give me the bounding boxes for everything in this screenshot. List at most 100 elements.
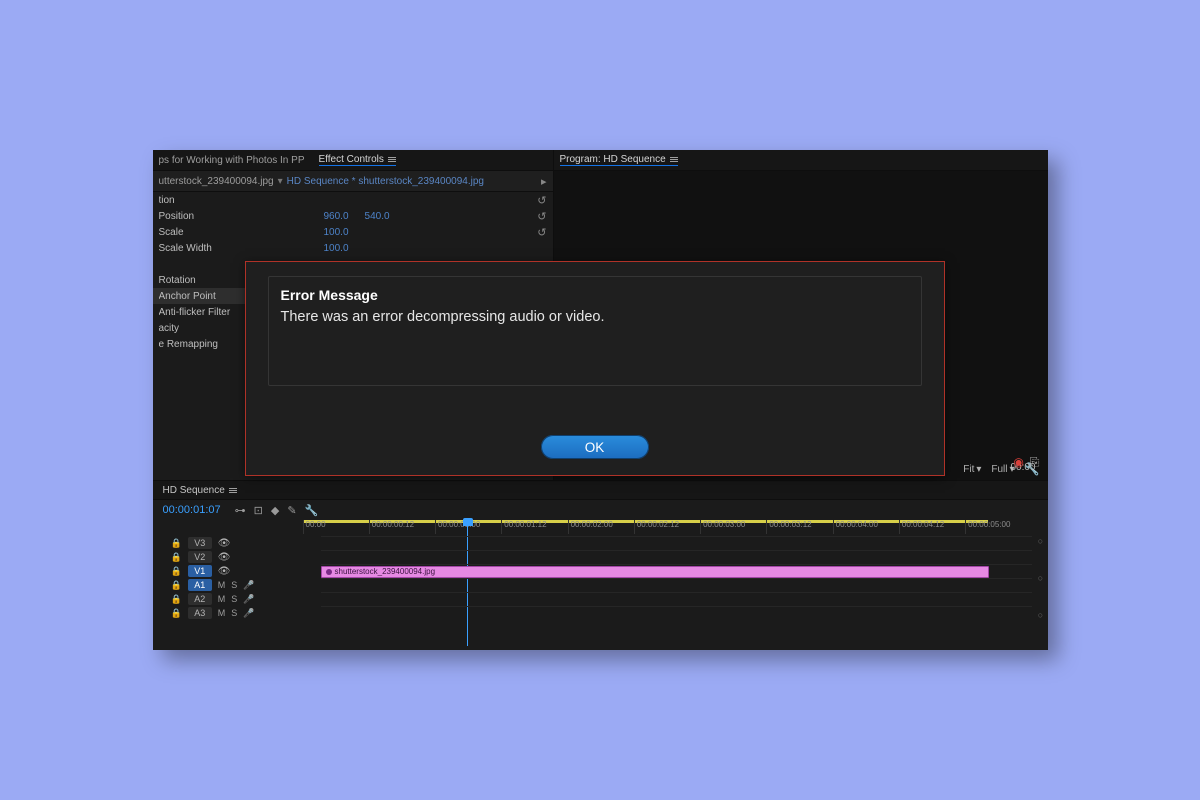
wrench-icon[interactable]: 🔧 [305,504,319,517]
error-body: There was an error decompressing audio o… [281,309,909,325]
eye-icon[interactable]: 👁 [218,552,231,563]
lock-icon[interactable]: 🔒 [171,552,182,563]
mute-button[interactable]: M [218,580,226,590]
timeline-panel: HD Sequence 00:00:01:07 ⊶ ⊡ ◆ ✎ 🔧 00:000… [153,481,1048,620]
chevron-down-icon[interactable]: ▾ [278,176,283,187]
track-label[interactable]: A1 [188,579,212,591]
track-label[interactable]: A2 [188,593,212,605]
effect-property-row[interactable]: Scale Width100.0 [153,240,553,256]
chevron-down-icon: ▾ [976,464,981,475]
track-label[interactable]: V3 [188,537,212,549]
track-v3[interactable]: 🔒 V3 👁 [153,536,1048,550]
effect-controls-tabbar: ps for Working with Photos In PP Effect … [153,150,553,171]
panel-menu-icon[interactable] [388,157,396,162]
ok-button[interactable]: OK [541,435,649,459]
eye-icon[interactable]: 👁 [218,538,231,549]
tab-program[interactable]: Program: HD Sequence [560,154,678,166]
timeline-clip[interactable]: shutterstock_239400094.jpg [321,566,989,578]
track-header[interactable]: 🔒 V3 👁 [153,537,321,549]
track-a2[interactable]: 🔒 A2 MS 🎤 [153,592,1048,606]
marker-icon[interactable]: ◆ [271,504,279,517]
tab-effect-controls[interactable]: Effect Controls [319,154,396,166]
track-header[interactable]: 🔒 V2 👁 [153,551,321,563]
ruler-tick: 00:00:00:12 [369,520,435,534]
panel-menu-icon[interactable] [670,157,678,162]
tab-sequence[interactable]: HD Sequence [163,485,225,496]
property-values[interactable]: 100.0 [324,243,553,254]
program-tabbar: Program: HD Sequence [554,150,1048,171]
source-clip-name[interactable]: utterstock_239400094.jpg [159,176,274,187]
mic-icon[interactable]: 🎤 [243,594,254,605]
track-lane[interactable] [321,606,1032,621]
playhead[interactable] [463,518,473,534]
effect-property-row[interactable]: Scale100.0↺ [153,224,553,240]
ruler-tick: 00:00:05:00 [965,520,1031,534]
property-values[interactable]: 960.0 540.0 [324,211,538,222]
property-value[interactable]: 100.0 [324,243,349,254]
property-values[interactable]: 100.0 [324,227,538,238]
lock-icon[interactable]: 🔒 [171,538,182,549]
track-header[interactable]: 🔒 V1 👁 [153,565,321,577]
timeline-timecode[interactable]: 00:00:01:07 [163,504,221,516]
panel-nav-icon[interactable]: ▸ [541,175,547,188]
zoom-fit-dropdown[interactable]: Fit▾ [963,464,981,475]
solo-button[interactable]: S [231,608,237,618]
property-value[interactable]: 540.0 [365,211,390,222]
timeline-header: 00:00:01:07 ⊶ ⊡ ◆ ✎ 🔧 [153,500,1048,520]
tab-tips-label: ps for Working with Photos In PP [159,155,305,166]
track-lane[interactable] [321,592,1032,607]
ruler-ticks: 00:0000:00:00:1200:00:01:0000:00:01:1200… [303,520,1032,534]
lock-icon[interactable]: 🔒 [171,566,182,577]
export-frame-icon[interactable]: ⎘ [1030,455,1040,470]
track-a3[interactable]: 🔒 A3 MS 🎤 [153,606,1048,620]
mute-button[interactable]: M [218,594,226,604]
lock-icon[interactable]: 🔒 [171,608,182,619]
track-header[interactable]: 🔒 A3 MS 🎤 [153,607,321,619]
track-label[interactable]: V1 [188,565,212,577]
track-label[interactable]: A3 [188,607,212,619]
track-label[interactable]: V2 [188,551,212,563]
ruler-tick: 00:00:04:00 [833,520,899,534]
lock-icon[interactable]: 🔒 [171,580,182,591]
track-header[interactable]: 🔒 A2 MS 🎤 [153,593,321,605]
ruler-tick: 00:00:03:00 [700,520,766,534]
reset-icon[interactable]: ↺ [537,194,546,207]
solo-button[interactable]: S [231,594,237,604]
property-value[interactable]: 100.0 [324,227,349,238]
solo-button[interactable]: S [231,580,237,590]
reset-icon[interactable]: ↺ [537,210,546,223]
track-lane[interactable] [321,578,1032,593]
tab-tips[interactable]: ps for Working with Photos In PP [159,155,305,166]
panel-menu-icon[interactable] [229,488,237,493]
track-scroll-indicator[interactable]: ○○○ [1036,536,1046,620]
linked-selection-icon[interactable]: ⊡ [254,504,263,517]
snap-icon[interactable]: ⊶ [235,504,246,517]
effect-property-row[interactable]: Position960.0540.0↺ [153,208,553,224]
property-label: tion [159,195,324,206]
lock-icon[interactable]: 🔒 [171,594,182,605]
track-lane[interactable] [321,550,1032,565]
track-lane[interactable] [321,536,1032,551]
settings-icon[interactable]: ✎ [287,504,296,517]
effect-property-row[interactable]: tion ↺ [153,192,553,208]
track-lane[interactable]: shutterstock_239400094.jpg [321,564,1032,579]
eye-icon[interactable]: 👁 [218,566,231,577]
track-v2[interactable]: 🔒 V2 👁 [153,550,1048,564]
clip-fx-badge-icon [326,569,332,575]
sequence-path[interactable]: HD Sequence * shutterstock_239400094.jpg [287,176,484,187]
mic-icon[interactable]: 🎤 [243,608,254,619]
camera-icon[interactable]: ◉ [1013,455,1023,470]
reset-icon[interactable]: ↺ [537,226,546,239]
mic-icon[interactable]: 🎤 [243,580,254,591]
timeline-tool-icons: ⊶ ⊡ ◆ ✎ 🔧 [235,504,319,517]
playhead-handle-icon [463,518,473,526]
source-selector-row: utterstock_239400094.jpg ▾ HD Sequence *… [153,171,553,192]
track-header[interactable]: 🔒 A1 MS 🎤 [153,579,321,591]
track-a1[interactable]: 🔒 A1 MS 🎤 [153,578,1048,592]
property-value[interactable]: 960.0 [324,211,349,222]
mute-button[interactable]: M [218,608,226,618]
clip-label: shutterstock_239400094.jpg [335,567,436,576]
ruler-tick: 00:00:01:12 [501,520,567,534]
time-ruler[interactable]: 00:0000:00:00:1200:00:01:0000:00:01:1200… [303,520,1032,534]
track-v1[interactable]: 🔒 V1 👁 shutterstock_239400094.jpg [153,564,1048,578]
